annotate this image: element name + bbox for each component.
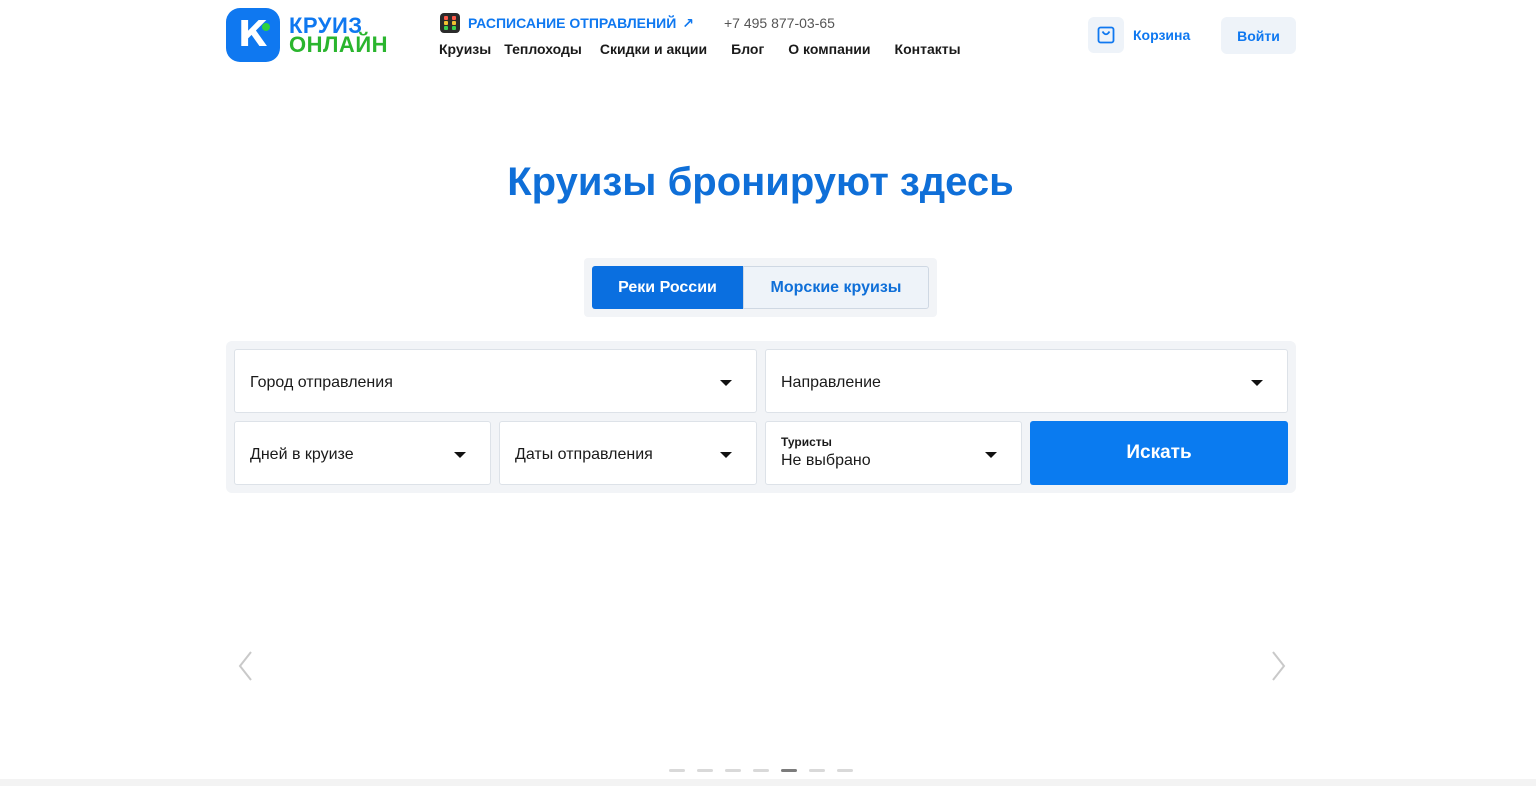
nav-item-about[interactable]: О компании xyxy=(788,41,870,57)
days-select[interactable]: Дней в круизе xyxy=(234,421,491,485)
carousel-dot[interactable] xyxy=(809,769,825,772)
logo-dot-icon xyxy=(262,23,270,31)
carousel-dot[interactable] xyxy=(781,769,797,772)
schedule-link[interactable]: РАСПИСАНИЕ ОТПРАВЛЕНИЙ ↗ xyxy=(440,13,694,33)
phone-link[interactable]: +7 495 877-03-65 xyxy=(724,15,835,31)
tourists-select[interactable]: Туристы Не выбрано xyxy=(765,421,1022,485)
cart-button[interactable] xyxy=(1088,17,1124,53)
carousel-dot[interactable] xyxy=(753,769,769,772)
login-button[interactable]: Войти xyxy=(1221,17,1296,54)
search-button[interactable]: Искать xyxy=(1030,421,1288,485)
dates-select[interactable]: Даты отправления xyxy=(499,421,757,485)
nav-item-ships[interactable]: Теплоходы xyxy=(504,41,582,57)
tab-russian-rivers[interactable]: Реки России xyxy=(592,266,743,309)
carousel-prev-arrow-icon[interactable] xyxy=(236,650,256,682)
carousel-dot[interactable] xyxy=(697,769,713,772)
chevron-down-icon xyxy=(720,380,732,386)
direction-select[interactable]: Направление xyxy=(765,349,1288,413)
main-nav: Круизы Теплоходы Скидки и акции Блог О к… xyxy=(439,41,961,57)
logo-text: КРУИЗ ОНЛАЙН xyxy=(289,15,389,57)
nav-item-cruises[interactable]: Круизы xyxy=(439,41,491,57)
nav-item-contacts[interactable]: Контакты xyxy=(895,41,961,57)
carousel-next-arrow-icon[interactable] xyxy=(1268,650,1288,682)
site-header: К КРУИЗ ОНЛАЙН РАСПИСАНИЕ ОТПРАВЛЕНИЙ ↗ … xyxy=(0,0,1536,72)
tourists-value: Не выбрано xyxy=(781,452,871,469)
carousel-dot[interactable] xyxy=(725,769,741,772)
external-arrow-icon: ↗ xyxy=(682,14,694,31)
departure-city-placeholder: Город отправления xyxy=(250,374,393,391)
page-title: Круизы бронируют здесь xyxy=(507,160,1014,204)
chevron-down-icon xyxy=(1251,380,1263,386)
tab-sea-cruises[interactable]: Морские круизы xyxy=(743,266,929,309)
chevron-down-icon xyxy=(985,452,997,458)
direction-placeholder: Направление xyxy=(781,374,881,391)
days-placeholder: Дней в круизе xyxy=(250,446,354,463)
cruise-type-tabs: Реки России Морские круизы xyxy=(584,258,937,317)
cart-icon xyxy=(1097,26,1115,44)
schedule-label: РАСПИСАНИЕ ОТПРАВЛЕНИЙ xyxy=(468,15,677,31)
carousel-pagination xyxy=(669,769,865,772)
logo-letter: К xyxy=(238,14,268,55)
nav-item-discounts[interactable]: Скидки и акции xyxy=(600,41,707,57)
page-bottom-strip xyxy=(0,779,1536,786)
logo-badge-icon: К xyxy=(226,8,280,62)
site-logo[interactable]: К КРУИЗ ОНЛАЙН xyxy=(226,8,388,62)
departure-city-select[interactable]: Город отправления xyxy=(234,349,757,413)
carousel-dot[interactable] xyxy=(669,769,685,772)
chevron-down-icon xyxy=(720,452,732,458)
cart-link[interactable]: Корзина xyxy=(1133,27,1190,43)
dates-placeholder: Даты отправления xyxy=(515,446,653,463)
carousel-dot[interactable] xyxy=(837,769,853,772)
chevron-down-icon xyxy=(454,452,466,458)
logo-name-line2: ОНЛАЙН xyxy=(289,32,389,57)
tourists-label: Туристы xyxy=(781,435,832,449)
nav-item-blog[interactable]: Блог xyxy=(731,41,764,57)
traffic-light-icon xyxy=(440,13,460,33)
